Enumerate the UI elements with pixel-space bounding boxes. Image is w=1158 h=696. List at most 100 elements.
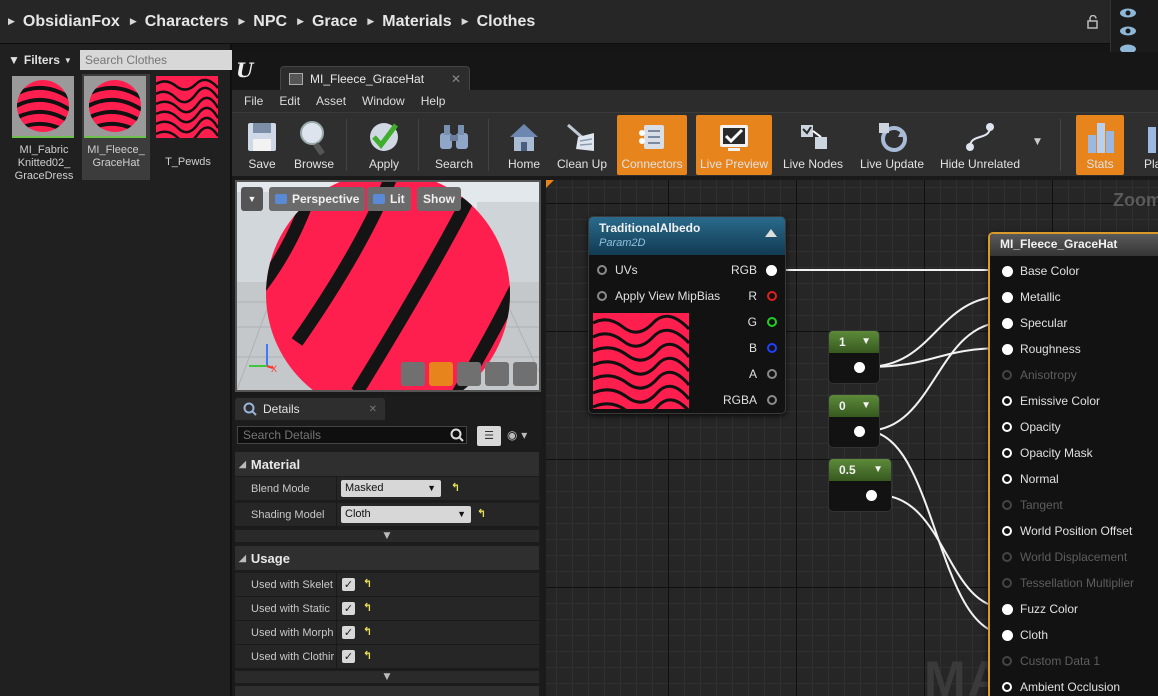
menu-edit[interactable]: Edit <box>271 94 308 108</box>
search-button[interactable]: Search <box>428 115 480 175</box>
details-search-input[interactable] <box>237 426 467 444</box>
advanced-expand-button[interactable]: ▼ <box>235 671 539 683</box>
material-input-pin[interactable] <box>1002 448 1012 458</box>
property-matrix-button[interactable]: ☰ <box>477 426 501 446</box>
viewport-options-button[interactable]: ▼ <box>241 187 263 211</box>
chevron-down-icon[interactable]: ▼ <box>861 331 871 353</box>
blend-mode-dropdown[interactable]: Masked ▼ <box>341 480 441 497</box>
live-update-button[interactable]: Live Update <box>856 115 928 175</box>
usage-checkbox[interactable]: ✓ <box>342 602 355 615</box>
section-next[interactable] <box>235 686 539 696</box>
material-input-pin[interactable] <box>1002 292 1013 303</box>
stats-button[interactable]: Stats <box>1076 115 1124 175</box>
apply-button[interactable]: Apply <box>358 115 410 175</box>
breadcrumb-item[interactable]: ▶ NPC <box>236 13 295 31</box>
usage-checkbox[interactable]: ✓ <box>342 578 355 591</box>
close-icon[interactable]: ✕ <box>451 72 461 86</box>
perspective-button[interactable]: Perspective <box>269 187 366 211</box>
shading-model-dropdown[interactable]: Cloth ▼ <box>341 506 471 523</box>
constant-output-pin[interactable] <box>866 490 877 501</box>
constant-output-pin[interactable] <box>854 426 865 437</box>
breadcrumb-item[interactable]: ▶ Characters <box>128 13 237 31</box>
toolbar-overflow-dropdown[interactable]: ▼ <box>1034 137 1041 147</box>
menu-asset[interactable]: Asset <box>308 94 354 108</box>
r-output-pin[interactable] <box>767 291 777 301</box>
reset-to-default-icon[interactable]: ↰ <box>363 577 373 590</box>
g-output-pin[interactable] <box>767 317 777 327</box>
save-button[interactable]: Save <box>240 115 284 175</box>
constant-output-pin[interactable] <box>854 362 865 373</box>
eye-icon[interactable] <box>1119 26 1137 36</box>
search-input[interactable] <box>80 50 232 70</box>
rgb-output-pin[interactable] <box>766 265 777 276</box>
uvs-input-pin[interactable] <box>597 265 607 275</box>
search-icon[interactable] <box>450 428 464 442</box>
live-preview-button[interactable]: Live Preview <box>696 115 772 175</box>
collapse-arrow-icon[interactable] <box>765 229 777 237</box>
reset-to-default-icon[interactable]: ↰ <box>363 601 373 614</box>
filters-button[interactable]: ▼ Filters ▼ <box>8 50 72 70</box>
tab-details[interactable]: Details ✕ <box>235 398 385 420</box>
material-preview-viewport[interactable]: ▼ Perspective Lit Show X <box>235 180 541 392</box>
asset-tile-selected[interactable]: MI_Fleece_ GraceHat <box>82 74 150 180</box>
reset-to-default-icon[interactable]: ↰ <box>363 649 373 662</box>
section-material[interactable]: ◢ Material <box>235 452 539 476</box>
show-button[interactable]: Show <box>417 187 461 211</box>
material-input-pin[interactable] <box>1002 266 1013 277</box>
material-input-pin[interactable] <box>1002 526 1012 536</box>
b-output-pin[interactable] <box>767 343 777 353</box>
eye-icon[interactable] <box>1119 8 1137 18</box>
sphere-preview-button[interactable] <box>429 362 453 386</box>
material-input-pin[interactable] <box>1002 422 1012 432</box>
chevron-down-icon[interactable]: ▼ <box>861 395 871 417</box>
usage-checkbox[interactable]: ✓ <box>342 650 355 663</box>
lit-button[interactable]: Lit <box>367 187 411 211</box>
tab-material-instance[interactable]: MI_Fleece_GraceHat ✕ <box>280 66 470 90</box>
close-icon[interactable]: ✕ <box>369 404 377 415</box>
reset-to-default-icon[interactable]: ↰ <box>477 507 487 520</box>
browse-button[interactable]: Browse <box>288 115 340 175</box>
usage-checkbox[interactable]: ✓ <box>342 626 355 639</box>
clean-up-button[interactable]: Clean Up <box>554 115 610 175</box>
menu-file[interactable]: File <box>236 94 271 108</box>
texture-sample-node[interactable]: TraditionalAlbedo Param2D UVs Apply View… <box>588 216 786 414</box>
visibility-options-button[interactable]: ◉ ▾ <box>507 428 527 442</box>
reset-to-default-icon[interactable]: ↰ <box>451 481 461 494</box>
breadcrumb-item[interactable]: ▶ Materials <box>365 13 459 31</box>
hide-unrelated-button[interactable]: Hide Unrelated <box>938 115 1022 175</box>
cylinder-preview-button[interactable] <box>401 362 425 386</box>
lock-icon[interactable] <box>1086 15 1100 29</box>
cube-preview-button[interactable] <box>485 362 509 386</box>
a-output-pin[interactable] <box>767 369 777 379</box>
advanced-expand-button[interactable]: ▼ <box>235 530 539 542</box>
chevron-down-icon[interactable]: ▼ <box>873 459 883 481</box>
material-result-node[interactable]: MI_Fleece_GraceHat Base Color Metallic Spe… <box>988 232 1158 696</box>
breadcrumb-item[interactable]: ▶ ObsidianFox <box>6 13 128 31</box>
asset-tile[interactable]: T_Pewds <box>154 74 222 180</box>
constant-node[interactable]: 1 ▼ <box>828 330 880 384</box>
breadcrumb-item[interactable]: ▶ Clothes <box>460 13 544 31</box>
constant-node[interactable]: 0 ▼ <box>828 394 880 448</box>
material-input-pin[interactable] <box>1002 474 1012 484</box>
material-input-pin[interactable] <box>1002 630 1013 641</box>
menu-window[interactable]: Window <box>354 94 413 108</box>
material-graph[interactable]: Zoom MATERIA TraditionalAlbedo Param2D U… <box>546 180 1158 696</box>
section-usage[interactable]: ◢ Usage <box>235 546 539 570</box>
material-input-pin[interactable] <box>1002 396 1012 406</box>
platform-stats-button[interactable]: Platf <box>1132 115 1158 175</box>
material-input-pin[interactable] <box>1002 344 1013 355</box>
mipbias-input-pin[interactable] <box>597 291 607 301</box>
menu-help[interactable]: Help <box>413 94 454 108</box>
material-input-pin[interactable] <box>1002 318 1013 329</box>
home-button[interactable]: Home <box>500 115 548 175</box>
material-input-pin[interactable] <box>1002 604 1013 615</box>
teapot-preview-button[interactable] <box>513 362 537 386</box>
live-nodes-button[interactable]: Live Nodes <box>778 115 848 175</box>
reset-to-default-icon[interactable]: ↰ <box>363 625 373 638</box>
material-input-pin[interactable] <box>1002 682 1012 692</box>
connectors-button[interactable]: Connectors <box>617 115 687 175</box>
constant-node[interactable]: 0.5 ▼ <box>828 458 892 512</box>
plane-preview-button[interactable] <box>457 362 481 386</box>
breadcrumb-item[interactable]: ▶ Grace <box>295 13 365 31</box>
rgba-output-pin[interactable] <box>767 395 777 405</box>
